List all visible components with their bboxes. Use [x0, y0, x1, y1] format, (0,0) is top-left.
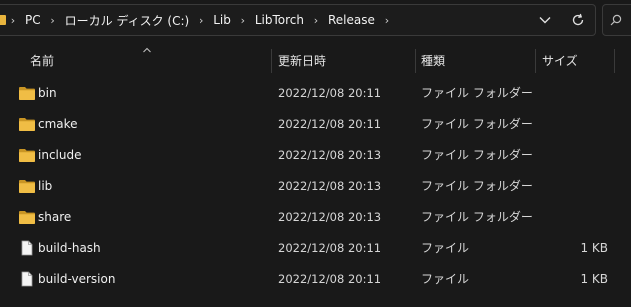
- chevron-right-icon[interactable]: ›: [236, 14, 250, 27]
- history-dropdown-button[interactable]: [531, 8, 559, 32]
- file-name[interactable]: share: [38, 202, 71, 233]
- file-name[interactable]: lib: [38, 171, 52, 202]
- breadcrumb-libtorch[interactable]: LibTorch: [250, 13, 309, 27]
- modified-date: 2022/12/08 20:11: [278, 272, 382, 286]
- modified-date: 2022/12/08 20:13: [278, 210, 382, 224]
- file-type: ファイル フォルダー: [421, 210, 533, 224]
- chevron-down-icon: [539, 17, 551, 24]
- chevron-right-icon[interactable]: ›: [6, 14, 20, 27]
- file-name[interactable]: include: [38, 140, 81, 171]
- list-item[interactable]: share 2022/12/08 20:13 ファイル フォルダー: [0, 202, 631, 233]
- breadcrumb-pc[interactable]: PC: [20, 13, 46, 27]
- list-item[interactable]: lib 2022/12/08 20:13 ファイル フォルダー: [0, 171, 631, 202]
- column-divider[interactable]: [614, 49, 615, 73]
- list-item[interactable]: build-hash 2022/12/08 20:11 ファイル 1 KB: [0, 233, 631, 264]
- address-bar[interactable]: › PC › ローカル ディスク (C:) › Lib › LibTorch ›…: [0, 4, 596, 36]
- column-divider[interactable]: [415, 49, 416, 73]
- file-icon: [21, 240, 33, 256]
- chevron-right-icon[interactable]: ›: [46, 14, 60, 27]
- file-size: 1 KB: [580, 272, 608, 286]
- file-name[interactable]: build-version: [38, 264, 115, 295]
- column-header-type[interactable]: 種類: [421, 44, 445, 78]
- refresh-button[interactable]: [564, 8, 592, 32]
- folder-icon: [19, 149, 35, 162]
- navigation-bar: › PC › ローカル ディスク (C:) › Lib › LibTorch ›…: [0, 0, 631, 40]
- chevron-right-icon[interactable]: ›: [380, 14, 394, 27]
- file-name[interactable]: bin: [38, 78, 57, 109]
- modified-date: 2022/12/08 20:11: [278, 241, 382, 255]
- column-divider[interactable]: [271, 49, 272, 73]
- file-icon: [21, 271, 33, 287]
- list-item[interactable]: include 2022/12/08 20:13 ファイル フォルダー: [0, 140, 631, 171]
- column-divider[interactable]: [535, 49, 536, 73]
- file-type: ファイル フォルダー: [421, 86, 533, 100]
- breadcrumb: › PC › ローカル ディスク (C:) › Lib › LibTorch ›…: [0, 5, 394, 35]
- file-type: ファイル フォルダー: [421, 148, 533, 162]
- file-name[interactable]: build-hash: [38, 233, 101, 264]
- file-type: ファイル フォルダー: [421, 117, 533, 131]
- file-size: 1 KB: [580, 241, 608, 255]
- folder-icon: [19, 87, 35, 100]
- list-item[interactable]: cmake 2022/12/08 20:11 ファイル フォルダー: [0, 109, 631, 140]
- modified-date: 2022/12/08 20:13: [278, 179, 382, 193]
- list-item[interactable]: build-version 2022/12/08 20:11 ファイル 1 KB: [0, 264, 631, 295]
- chevron-right-icon[interactable]: ›: [194, 14, 208, 27]
- breadcrumb-release[interactable]: Release: [323, 13, 380, 27]
- file-type: ファイル: [421, 241, 470, 255]
- breadcrumb-lib[interactable]: Lib: [208, 13, 236, 27]
- refresh-icon: [572, 13, 584, 26]
- sort-ascending-icon: [143, 47, 151, 53]
- column-header-size[interactable]: サイズ: [542, 44, 578, 78]
- modified-date: 2022/12/08 20:13: [278, 148, 382, 162]
- search-icon: [610, 14, 622, 26]
- modified-date: 2022/12/08 20:11: [278, 117, 382, 131]
- folder-icon: [19, 180, 35, 193]
- folder-icon: [19, 118, 35, 131]
- file-name[interactable]: cmake: [38, 109, 78, 140]
- modified-date: 2022/12/08 20:11: [278, 86, 382, 100]
- file-type: ファイル: [421, 272, 470, 286]
- column-header-row: 名前 更新日時 種類 サイズ: [0, 44, 631, 78]
- chevron-right-icon[interactable]: ›: [309, 14, 323, 27]
- breadcrumb-local-disk[interactable]: ローカル ディスク (C:): [60, 12, 195, 29]
- folder-icon: [19, 211, 35, 224]
- file-type: ファイル フォルダー: [421, 179, 533, 193]
- search-box[interactable]: [602, 4, 631, 36]
- column-header-name[interactable]: 名前: [30, 44, 54, 78]
- column-header-date[interactable]: 更新日時: [278, 44, 326, 78]
- list-item[interactable]: bin 2022/12/08 20:11 ファイル フォルダー: [0, 78, 631, 109]
